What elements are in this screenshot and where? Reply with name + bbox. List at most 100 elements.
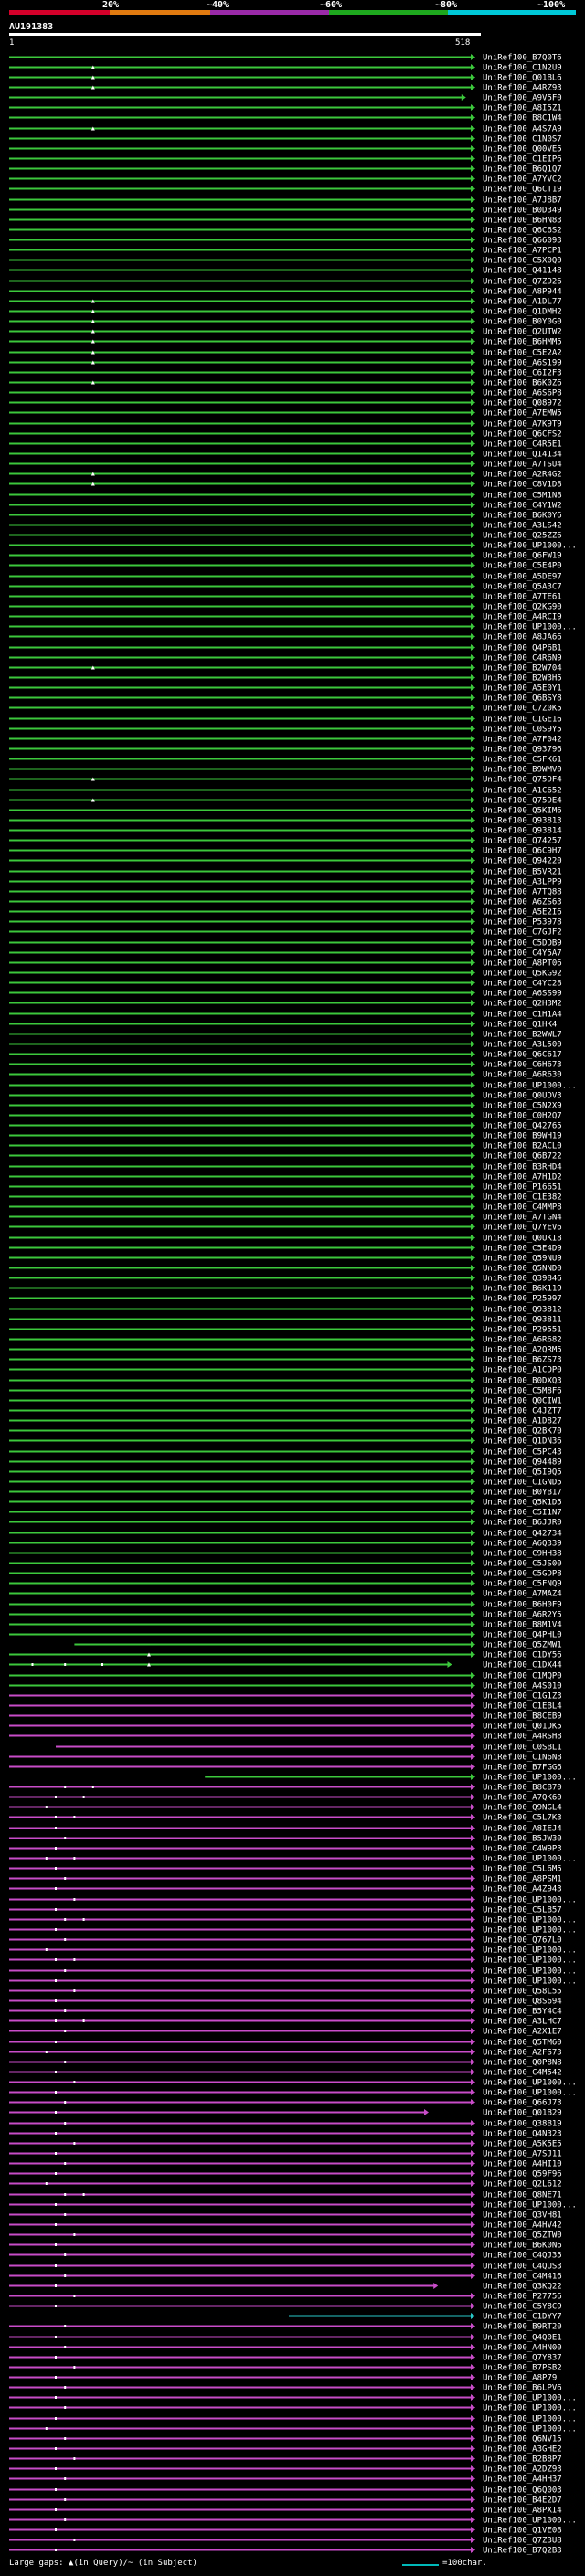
hit-row[interactable]: UniRef100_C5PC43 xyxy=(9,1448,562,1458)
hit-row[interactable]: UniRef100_Q42765 xyxy=(9,1122,562,1131)
hit-row[interactable]: UniRef100_B2WWL7 xyxy=(9,1031,562,1040)
hit-row[interactable]: UniRef100_C1GND5 xyxy=(9,1479,562,1488)
hit-label[interactable]: UniRef100_Q42765 xyxy=(483,1122,562,1131)
hit-label[interactable]: UniRef100_C8V1D8 xyxy=(483,481,562,490)
hit-row[interactable]: UniRef100_Q2L612 xyxy=(9,2180,562,2189)
hit-row[interactable]: UniRef100_A6R682 xyxy=(9,1336,562,1345)
hit-row[interactable]: UniRef100_A6S6P8 xyxy=(9,389,562,398)
hit-label[interactable]: UniRef100_A5DE97 xyxy=(483,573,562,582)
hit-label[interactable]: UniRef100_C4QUS3 xyxy=(483,2263,562,2272)
hit-row[interactable]: UniRef100_B2W3H5 xyxy=(9,674,562,684)
hit-row[interactable]: UniRef100_Q5NND0 xyxy=(9,1265,562,1274)
hit-row[interactable]: UniRef100_Q01BL6 xyxy=(9,74,562,83)
hit-label[interactable]: UniRef100_Q1DMH2 xyxy=(483,308,562,317)
hit-label[interactable]: UniRef100_C1DX44 xyxy=(483,1661,562,1670)
hit-row[interactable]: UniRef100_Q7YEV6 xyxy=(9,1224,562,1233)
hit-label[interactable]: UniRef100_A9V5F0 xyxy=(483,94,562,103)
hit-row[interactable]: UniRef100_B6Q1Q7 xyxy=(9,165,562,175)
hit-row[interactable]: UniRef100_UP1000... xyxy=(9,2415,577,2424)
hit-label[interactable]: UniRef100_A4Z943 xyxy=(483,1885,562,1894)
hit-label[interactable]: UniRef100_A3LS42 xyxy=(483,522,562,531)
hit-label[interactable]: UniRef100_B6K0Y6 xyxy=(483,512,562,521)
hit-row[interactable]: UniRef100_C4Y1W2 xyxy=(9,502,562,511)
hit-row[interactable]: UniRef100_A7SJ11 xyxy=(9,2150,562,2159)
hit-row[interactable]: UniRef100_A3LHC7 xyxy=(9,2018,562,2027)
hit-row[interactable]: UniRef100_UP1000... xyxy=(9,1926,577,1935)
hit-row[interactable]: UniRef100_Q7Y837 xyxy=(9,2354,562,2363)
hit-row[interactable]: UniRef100_Q1DN36 xyxy=(9,1437,562,1447)
hit-row[interactable]: UniRef100_A8PT06 xyxy=(9,959,562,969)
hit-row[interactable]: UniRef100_Q39846 xyxy=(9,1275,562,1284)
hit-label[interactable]: UniRef100_Q6Q003 xyxy=(483,2486,562,2496)
hit-row[interactable]: UniRef100_Q6B722 xyxy=(9,1152,562,1161)
hit-label[interactable]: UniRef100_B7Q2B3 xyxy=(483,2547,562,2556)
hit-label[interactable]: UniRef100_Q8S694 xyxy=(483,1998,562,2007)
hit-row[interactable]: UniRef100_A3L500 xyxy=(9,1041,562,1050)
hit-row[interactable]: UniRef100_A6R2Y5 xyxy=(9,1611,562,1620)
hit-label[interactable]: UniRef100_B2WWL7 xyxy=(483,1031,562,1040)
hit-row[interactable]: UniRef100_B7Q2B3 xyxy=(9,2547,562,2556)
hit-label[interactable]: UniRef100_Q66093 xyxy=(483,237,562,246)
hit-label[interactable]: UniRef100_P16651 xyxy=(483,1183,562,1193)
hit-row[interactable]: UniRef100_P16651 xyxy=(9,1183,562,1193)
hit-row[interactable]: UniRef100_Q0P8N8 xyxy=(9,2059,562,2068)
hit-row[interactable]: UniRef100_C1EIP6 xyxy=(9,155,562,164)
hit-label[interactable]: UniRef100_Q6C6S2 xyxy=(483,227,562,236)
hit-row[interactable]: UniRef100_UP1000... xyxy=(9,1916,577,1925)
hit-label[interactable]: UniRef100_Q2UTW2 xyxy=(483,328,562,337)
hit-row[interactable]: UniRef100_A5E0Y1 xyxy=(9,684,562,694)
hit-label[interactable]: UniRef100_A7J8B7 xyxy=(483,196,562,206)
hit-label[interactable]: UniRef100_Q93796 xyxy=(483,746,562,755)
hit-row[interactable]: UniRef100_B7Q0T6 xyxy=(9,54,562,63)
hit-row[interactable]: UniRef100_C5L6M5 xyxy=(9,1865,562,1874)
hit-label[interactable]: UniRef100_A6R2Y5 xyxy=(483,1611,562,1620)
hit-row[interactable]: UniRef100_Q5A3C7 xyxy=(9,583,562,592)
hit-row[interactable]: UniRef100_Q01B29 xyxy=(9,2109,562,2118)
hit-label[interactable]: UniRef100_Q9NGL4 xyxy=(483,1804,562,1813)
hit-label[interactable]: UniRef100_Q94489 xyxy=(483,1458,562,1468)
hit-label[interactable]: UniRef100_C1N2U9 xyxy=(483,64,562,73)
hit-row[interactable]: UniRef100_Q1HK4 xyxy=(9,1021,557,1030)
hit-row[interactable]: UniRef100_B2W704 xyxy=(9,664,562,673)
hit-label[interactable]: UniRef100_C4Y5A7 xyxy=(483,949,562,959)
hit-label[interactable]: UniRef100_UP1000... xyxy=(483,2415,577,2424)
hit-label[interactable]: UniRef100_B8M1V4 xyxy=(483,1621,562,1630)
hit-label[interactable]: UniRef100_B4E2D7 xyxy=(483,2496,562,2506)
hit-row[interactable]: UniRef100_C4JZT7 xyxy=(9,1407,562,1416)
hit-label[interactable]: UniRef100_Q66J73 xyxy=(483,2099,562,2108)
hit-row[interactable]: UniRef100_UP1000... xyxy=(9,1956,577,1966)
hit-row[interactable]: UniRef100_A8I5Z1 xyxy=(9,104,562,113)
hit-row[interactable]: UniRef100_Q01DK5 xyxy=(9,1723,562,1732)
hit-row[interactable]: UniRef100_C4R5E1 xyxy=(9,440,562,450)
hit-row[interactable]: UniRef100_P53978 xyxy=(9,918,562,928)
hit-label[interactable]: UniRef100_Q58L55 xyxy=(483,1988,562,1997)
hit-label[interactable]: UniRef100_A6R630 xyxy=(483,1071,562,1080)
hit-row[interactable]: UniRef100_Q93811 xyxy=(9,1316,562,1325)
hit-row[interactable]: UniRef100_UP1000... xyxy=(205,1774,577,1783)
hit-label[interactable]: UniRef100_B0D349 xyxy=(483,207,562,216)
hit-row[interactable]: UniRef100_B6K119 xyxy=(9,1285,562,1294)
hit-row[interactable]: UniRef100_A3LPP9 xyxy=(9,878,562,887)
hit-row[interactable]: UniRef100_Q3VH81 xyxy=(9,2211,562,2221)
hit-row[interactable]: UniRef100_C5E2A2 xyxy=(9,349,562,358)
hit-row[interactable]: UniRef100_Q6C9H7 xyxy=(9,847,562,856)
hit-label[interactable]: UniRef100_UP1000... xyxy=(483,2201,577,2210)
hit-row[interactable]: UniRef100_A6ZS63 xyxy=(9,898,562,907)
hit-label[interactable]: UniRef100_C5I1N7 xyxy=(483,1509,562,1518)
hit-row[interactable]: UniRef100_Q93796 xyxy=(9,746,562,755)
hit-label[interactable]: UniRef100_Q5NND0 xyxy=(483,1265,562,1274)
hit-row[interactable]: UniRef100_A6S199 xyxy=(9,359,562,368)
hit-row[interactable]: UniRef100_A7EMW5 xyxy=(9,409,562,419)
hit-label[interactable]: UniRef100_C5N2X9 xyxy=(483,1102,562,1111)
hit-label[interactable]: UniRef100_Q4P6B1 xyxy=(483,644,562,653)
hit-row[interactable]: UniRef100_A7F042 xyxy=(9,736,562,745)
hit-label[interactable]: UniRef100_Q93813 xyxy=(483,817,562,826)
hit-row[interactable]: UniRef100_Q58L55 xyxy=(9,1988,562,1997)
hit-row[interactable]: UniRef100_Q93813 xyxy=(9,817,562,826)
hit-label[interactable]: UniRef100_Q38B19 xyxy=(483,2120,562,2129)
hit-row[interactable]: UniRef100_B0D349 xyxy=(9,207,562,216)
hit-label[interactable]: UniRef100_C4M542 xyxy=(483,2069,562,2078)
hit-row[interactable]: UniRef100_Q74257 xyxy=(9,837,562,846)
hit-row[interactable]: UniRef100_Q93812 xyxy=(9,1306,562,1315)
hit-label[interactable]: UniRef100_Q5ZMW1 xyxy=(483,1641,562,1650)
